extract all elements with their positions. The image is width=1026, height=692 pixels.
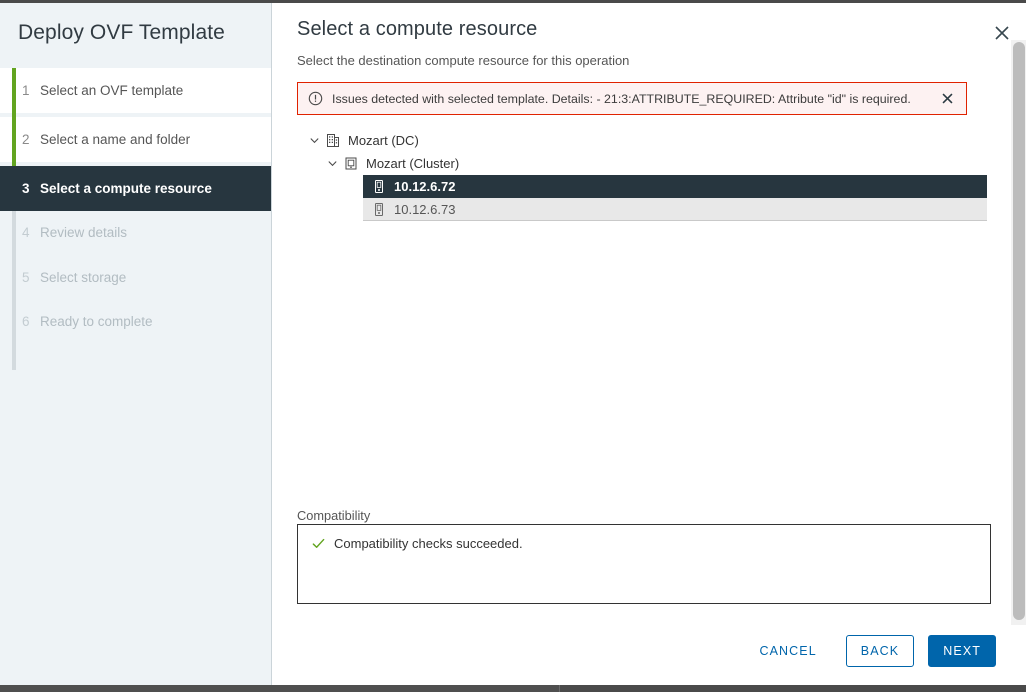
step-rail-1 bbox=[12, 68, 16, 113]
datacenter-icon bbox=[323, 132, 343, 150]
step-label-1: Select an OVF template bbox=[40, 82, 184, 98]
sidebar-step-select-name-and-folder[interactable]: 2 Select a name and folder bbox=[0, 117, 271, 162]
exclamation-circle-icon bbox=[308, 91, 323, 106]
compatibility-message: Compatibility checks succeeded. bbox=[334, 535, 523, 551]
tree-label-cluster: Mozart (Cluster) bbox=[366, 156, 460, 171]
tree-label-datacenter: Mozart (DC) bbox=[348, 133, 419, 148]
cluster-icon bbox=[341, 155, 361, 173]
tree-label-host-2: 10.12.6.73 bbox=[394, 201, 456, 217]
sidebar-step-review-details: 4 Review details bbox=[0, 210, 271, 255]
page-title: Select a compute resource bbox=[297, 18, 538, 40]
chevron-down-icon[interactable] bbox=[305, 132, 323, 150]
step-rail-4 bbox=[12, 210, 16, 255]
step-number-2: 2 bbox=[22, 131, 30, 147]
step-number-1: 1 bbox=[22, 82, 30, 98]
step-number-4: 4 bbox=[22, 225, 30, 241]
step-number-6: 6 bbox=[22, 314, 30, 330]
check-icon bbox=[310, 535, 326, 551]
window-top-edge-strip bbox=[0, 0, 1026, 3]
step-rail-2 bbox=[12, 117, 16, 162]
tree-row-host-hovered[interactable]: 10.12.6.73 bbox=[363, 198, 987, 221]
step-label-2: Select a name and folder bbox=[40, 131, 191, 147]
step-label-5: Select storage bbox=[40, 269, 127, 285]
cancel-button[interactable]: CANCEL bbox=[744, 635, 831, 667]
host-icon bbox=[369, 200, 389, 218]
window-bottom-edge-strip bbox=[0, 685, 1026, 692]
step-label-4: Review details bbox=[40, 225, 128, 241]
tree-row-datacenter[interactable]: Mozart (DC) bbox=[297, 129, 987, 152]
step-rail-5 bbox=[12, 255, 16, 300]
compatibility-box: Compatibility checks succeeded. bbox=[297, 524, 991, 604]
sidebar-step-select-ovf-template[interactable]: 1 Select an OVF template bbox=[0, 68, 271, 113]
dialog-close-icon[interactable] bbox=[992, 23, 1012, 43]
compatibility-status: Compatibility checks succeeded. bbox=[310, 535, 978, 551]
wizard-main-pane: Select a compute resource Select the des… bbox=[272, 3, 1026, 685]
chevron-down-icon[interactable] bbox=[323, 155, 341, 173]
back-button[interactable]: BACK bbox=[845, 635, 915, 667]
wizard-step-list: 1 Select an OVF template 2 Select a name… bbox=[0, 68, 271, 370]
wizard-sidebar: Deploy OVF Template 1 Select an OVF temp… bbox=[0, 3, 272, 685]
error-alert-message: Issues detected with selected template. … bbox=[332, 91, 911, 106]
inventory-tree: Mozart (DC) Mozart (Cluster) 10.12.6.72 … bbox=[297, 129, 987, 221]
step-label-6: Ready to complete bbox=[40, 314, 153, 330]
vertical-scrollbar-thumb[interactable] bbox=[1013, 42, 1025, 620]
tree-row-host-selected[interactable]: 10.12.6.72 bbox=[363, 175, 987, 198]
wizard-title: Deploy OVF Template bbox=[18, 21, 225, 44]
step-label-3: Select a compute resource bbox=[40, 180, 212, 196]
compatibility-label: Compatibility bbox=[297, 508, 371, 523]
sidebar-step-select-storage: 5 Select storage bbox=[0, 255, 271, 300]
deploy-ovf-template-dialog: Deploy OVF Template 1 Select an OVF temp… bbox=[0, 3, 1026, 685]
window-bottom-seam bbox=[0, 685, 560, 692]
tree-row-cluster[interactable]: Mozart (Cluster) bbox=[297, 152, 987, 175]
step-rail-3 bbox=[12, 166, 16, 211]
dialog-footer: CANCEL BACK NEXT bbox=[744, 635, 996, 667]
step-number-3: 3 bbox=[22, 180, 30, 196]
step-rail-tail bbox=[12, 335, 16, 370]
next-button[interactable]: NEXT bbox=[928, 635, 996, 667]
page-subtitle: Select the destination compute resource … bbox=[297, 53, 630, 68]
error-alert-banner: Issues detected with selected template. … bbox=[297, 82, 967, 115]
sidebar-step-ready-to-complete: 6 Ready to complete bbox=[0, 299, 271, 344]
host-icon bbox=[369, 178, 389, 196]
step-number-5: 5 bbox=[22, 269, 30, 285]
error-alert-close-icon[interactable] bbox=[936, 88, 958, 110]
tree-label-host-1: 10.12.6.72 bbox=[394, 179, 456, 194]
sidebar-step-select-compute-resource[interactable]: 3 Select a compute resource bbox=[0, 166, 271, 211]
